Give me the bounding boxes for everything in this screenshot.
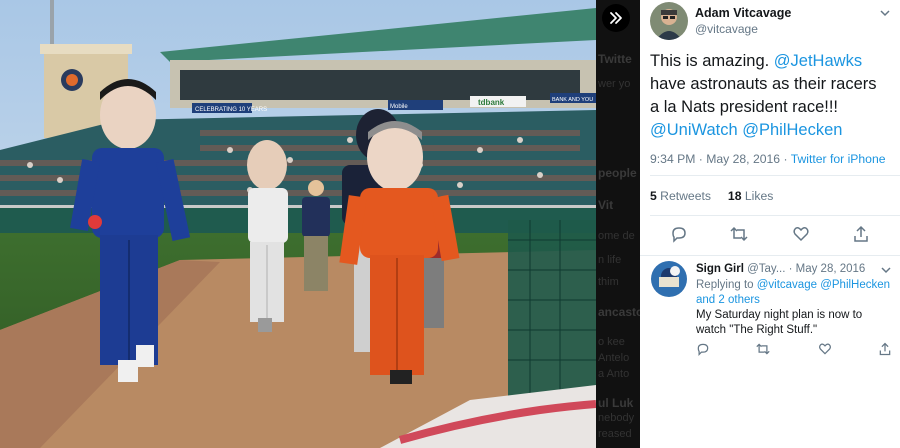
others-link[interactable]: and 2 others [696,294,760,306]
bg-fragment: thim [598,276,619,288]
reply-author-name[interactable]: Sign Girl [696,263,744,275]
avatar[interactable] [650,2,688,40]
tweet-text-intro: This is amazing. [650,52,774,70]
tweet-text: This is amazing. @JetHawks have astronau… [650,50,890,142]
bg-fragment: Antelo [598,352,630,364]
tweet-stats: 5 Retweets 18 Likes [650,189,773,203]
stadium-banner-2: tdbank [478,98,505,107]
author-handle[interactable]: @vitcavage [695,22,758,36]
stadium-banner-3: Mobile [390,104,408,110]
bg-fragment: ul Luk [598,396,634,410]
tweet-text-mid: have astronauts as their racers a la Nat… [650,75,877,116]
divider [650,215,900,216]
tweet-meta: 9:34 PM · May 28, 2016 · Twitter for iPh… [650,152,886,166]
tweet-detail-panel: Adam Vitcavage @vitcavage This is amazin… [640,0,900,448]
tweet-photo[interactable]: CELEBRATING 10 YEARS Mobile tdbank BANK … [0,0,596,448]
bg-fragment: a Anto [598,368,630,380]
tweet-timestamp[interactable]: 9:34 PM · May 28, 2016 · [650,152,791,166]
reply-date[interactable]: · May 28, 2016 [785,263,866,275]
tweet-source[interactable]: Twitter for iPhone [791,152,886,166]
mascot-white-suit [247,140,288,332]
bg-fragment: wer yo [598,78,631,90]
expand-icon [610,12,622,24]
retweets-stat[interactable]: 5 Retweets [650,189,711,203]
background-page-dimmed: Twitte wer yo people Vit ome de n life t… [596,0,640,448]
stadium-banner-1: CELEBRATING 10 YEARS [195,107,267,113]
tweet-media-viewer: CELEBRATING 10 YEARS Mobile tdbank BANK … [0,0,900,448]
reply-author: Sign Girl @Tay... · May 28, 2016 [696,263,865,275]
mention-link[interactable]: @JetHawks [774,52,862,70]
reply-text: My Saturday night plan is now to watch "… [696,309,863,336]
mention-link[interactable]: @UniWatch [650,121,738,139]
chevron-down-icon[interactable] [879,7,891,19]
bg-fragment: nebody [598,412,635,424]
likes-stat[interactable]: 18 Likes [728,189,773,203]
likes-count: 18 [727,189,742,203]
retweets-count: 5 [650,189,657,203]
reply-tweet[interactable]: Sign Girl @Tay... · May 28, 2016 Replyin… [640,256,900,366]
bg-fragment: ancasto [598,305,640,319]
reply-icon[interactable] [670,225,688,243]
share-icon[interactable] [878,342,892,356]
bg-fragment: reased [598,428,632,440]
bg-fragment: Vit [598,198,614,212]
retweets-label: Retweets [656,189,711,203]
reply-actions [696,342,891,358]
tweet-header: Adam Vitcavage @vitcavage [650,2,895,42]
bg-fragment: n life [598,254,622,266]
tweet-actions [670,225,885,245]
bg-fragment: people [598,166,637,180]
mention-link[interactable]: @vitcavage [757,279,817,291]
mention-link[interactable]: @PhilHecken [742,121,842,139]
chevron-down-icon[interactable] [880,264,892,276]
likes-label: Likes [741,189,774,203]
retweet-icon[interactable] [756,342,770,356]
bg-fragment: Twitte [598,52,632,66]
stadium-banner-4: BANK AND YOU [552,97,593,103]
retweet-icon[interactable] [730,225,748,243]
reply-author-handle[interactable]: @Tay... [744,263,785,275]
reply-icon[interactable] [696,342,710,356]
author-name[interactable]: Adam Vitcavage [695,6,791,20]
like-icon[interactable] [792,225,810,243]
expand-button[interactable] [602,4,630,32]
replying-prefix: Replying to [696,279,757,291]
like-icon[interactable] [818,342,832,356]
avatar[interactable] [651,261,687,297]
share-icon[interactable] [852,225,870,243]
bg-fragment: ome de [598,230,635,242]
replying-to: Replying to @vitcavage @PhilHecken and 2… [696,278,892,307]
bg-fragment: o kee [598,336,625,348]
divider [650,175,900,176]
mention-link[interactable]: @PhilHecken [820,279,890,291]
